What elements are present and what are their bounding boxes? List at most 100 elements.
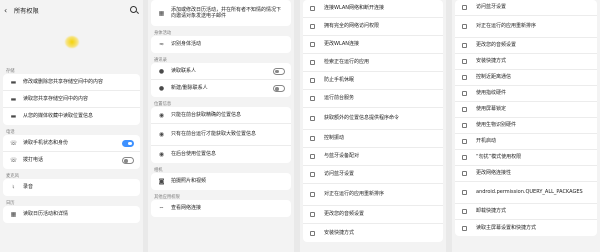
permission-row[interactable]: 获取额外的位置信息提供程序命令 [303, 108, 443, 130]
permission-icon [462, 171, 467, 176]
permission-toggle[interactable] [122, 139, 134, 147]
activity-card: ≈ 识别身体活动 [151, 36, 291, 53]
permission-label: 读取主屏幕设置和快捷方式 [476, 224, 537, 231]
permission-row[interactable]: 访问蓝牙设置 [455, 0, 597, 16]
permission-label: 更改WLAN连接 [324, 41, 360, 48]
permission-row[interactable]: 开机启动 [455, 134, 597, 150]
permission-row[interactable]: 运行前台服务 [303, 90, 443, 108]
permission-label: 对正在运行的应用重新排序 [324, 191, 385, 198]
permission-label: 防止手机休眠 [324, 77, 355, 84]
permission-row[interactable]: 对正在运行的应用重新排序 [303, 184, 443, 206]
permission-row[interactable]: ◉ 只有在前台运行才能获取大致位置信息 [151, 124, 291, 146]
permission-icon [462, 107, 467, 112]
permission-row[interactable]: ♮ 录音 [3, 179, 140, 196]
section-label-calendar: 日历 [6, 201, 15, 206]
permission-row[interactable]: 使用生物识别硬件 [455, 118, 597, 134]
permission-icon [462, 59, 467, 64]
permission-row[interactable]: “勿扰”模式使用权限 [455, 150, 597, 166]
permission-row[interactable]: 更改网络连接性 [455, 166, 597, 182]
permission-label: 连接WLAN网络和断开连接 [324, 5, 385, 12]
section-label-other: 其他应用权限 [154, 195, 180, 200]
permission-icon [310, 136, 315, 141]
permission-row[interactable]: 更改WLAN连接 [303, 36, 443, 54]
permission-label: 使用生物识别硬件 [476, 122, 517, 129]
permission-label: 只有在前台运行才能获取大致位置信息 [171, 131, 257, 138]
permission-row[interactable]: 与蓝牙设备配对 [303, 148, 443, 166]
permission-row[interactable]: ▬ 从您的媒体收藏中读取位置信息 [3, 108, 140, 125]
location-icon: ◉ [158, 131, 165, 138]
permission-label: 读取您共享存储空间中的内容 [23, 95, 89, 102]
phone-card: ☏ 读取手机状态和身份 ☏ 拨打电话 [3, 135, 140, 169]
permission-row[interactable]: ▬ 修改或删除您共享存储空间中的内容 [3, 74, 140, 91]
permission-row[interactable]: android.permission.QUERY_ALL_PACKAGES [455, 182, 597, 204]
permission-row[interactable]: ☏ 读取手机状态和身份 [3, 135, 140, 152]
section-label-camera: 相机 [154, 168, 163, 173]
permission-row[interactable]: ▦ 添加或修改日历活动，并在所有者不知情的情况下向邀请对象发送电子邮件 [151, 0, 291, 26]
permission-icon [462, 91, 467, 96]
permission-row[interactable]: ▬ 读取您共享存储空间中的内容 [3, 91, 140, 108]
permission-row[interactable]: 拥有完全的网络访问权限 [303, 18, 443, 36]
permission-row[interactable]: ▦ 读取日历活动和详情 [3, 206, 140, 223]
back-arrow-icon[interactable]: ‹ [4, 6, 14, 15]
permission-row[interactable]: ≈ 识别身体活动 [151, 36, 291, 53]
permissions-panel-4: 访问蓝牙设置 对正在运行的应用重新排序 更改您的音频设置 安装快捷方式 控制近距… [452, 0, 600, 252]
screenshot-strip: ‹ 所有权限 存储 ▬ 修改或删除您共享存储空间中的内容 ▬ 读取您共享存储空间… [0, 0, 600, 252]
permission-row[interactable]: ◉ 在后台使用位置信息 [151, 146, 291, 163]
permission-row[interactable]: 读取主屏幕设置和快捷方式 [455, 220, 597, 236]
permission-label: 拍摄照片和视频 [171, 178, 207, 185]
permissions-panel-3: 连接WLAN网络和断开连接 拥有完全的网络访问权限 更改WLAN连接 检索正在运… [300, 0, 446, 252]
permission-label: 使用指纹硬件 [476, 90, 507, 97]
permission-row[interactable]: 更改您的音频设置 [303, 206, 443, 224]
folder-icon: ▬ [10, 113, 17, 120]
permission-icon [462, 139, 467, 144]
permission-row[interactable]: ● 新建/删除联系人 [151, 80, 291, 97]
permission-row[interactable]: 安装快捷方式 [455, 54, 597, 70]
permission-row[interactable]: ☏ 拨打电话 [3, 152, 140, 169]
folder-icon: ▬ [10, 78, 17, 86]
permission-toggle[interactable] [273, 85, 285, 92]
permission-row[interactable]: 使用指纹硬件 [455, 86, 597, 102]
permission-row[interactable]: ◙ 拍摄照片和视频 [151, 173, 291, 190]
other-card: ⌔ 查看网络连接 [151, 200, 291, 217]
permission-row[interactable]: 使用屏幕锁定 [455, 102, 597, 118]
section-label-contacts: 通讯录 [154, 58, 167, 63]
permission-row[interactable]: 防止手机休眠 [303, 72, 443, 90]
phone-icon: ☏ [9, 139, 18, 147]
permission-icon [462, 123, 467, 128]
app-header: ‹ 所有权限 [0, 0, 143, 20]
permission-row[interactable]: ◉ 只能在前台获取精确的位置信息 [151, 107, 291, 124]
phone-icon: ☏ [9, 157, 18, 164]
permission-icon [462, 43, 467, 48]
permission-row[interactable]: 控制近距离通信 [455, 70, 597, 86]
permission-row[interactable]: 对正在运行的应用重新排序 [455, 16, 597, 38]
permission-row[interactable]: ● 读取联系人 [151, 63, 291, 80]
permission-row[interactable]: 检索正在运行的应用 [303, 54, 443, 72]
permission-label: 控制振动 [324, 135, 345, 142]
permission-row[interactable]: 卸载快捷方式 [455, 204, 597, 220]
permission-row[interactable]: 更改您的音频设置 [455, 38, 597, 54]
permission-icon [310, 6, 315, 11]
permission-row[interactable]: 连接WLAN网络和断开连接 [303, 0, 443, 18]
permission-label: 识别身体活动 [171, 41, 202, 48]
permission-label: 卸载快捷方式 [476, 208, 507, 215]
calendar-card: ▦ 读取日历活动和详情 [3, 206, 140, 223]
permission-icon [462, 75, 467, 80]
permission-label: 安装快捷方式 [476, 58, 507, 65]
permission-toggle[interactable] [122, 157, 134, 164]
other-permissions-card: 访问蓝牙设置 对正在运行的应用重新排序 更改您的音频设置 安装快捷方式 控制近距… [455, 0, 597, 236]
permission-label: 控制近距离通信 [476, 74, 512, 81]
permission-row[interactable]: ⌔ 查看网络连接 [151, 200, 291, 217]
permission-label: 拨打电话 [23, 157, 44, 164]
contacts-card: ● 读取联系人 ● 新建/删除联系人 [151, 63, 291, 97]
permission-row[interactable]: 访问蓝牙设置 [303, 166, 443, 184]
storage-card: ▬ 修改或删除您共享存储空间中的内容 ▬ 读取您共享存储空间中的内容 ▬ 从您的… [3, 74, 140, 125]
permission-icon [462, 24, 467, 29]
permission-label: 录音 [23, 184, 34, 191]
permission-row[interactable]: 控制振动 [303, 130, 443, 148]
permission-label: 对正在运行的应用重新排序 [476, 23, 537, 30]
permission-label: 更改您的音频设置 [476, 42, 517, 49]
search-icon[interactable] [129, 5, 139, 15]
permission-row[interactable]: 安装快捷方式 [303, 224, 443, 242]
permission-toggle[interactable] [273, 67, 285, 75]
contact-icon: ● [158, 85, 165, 92]
